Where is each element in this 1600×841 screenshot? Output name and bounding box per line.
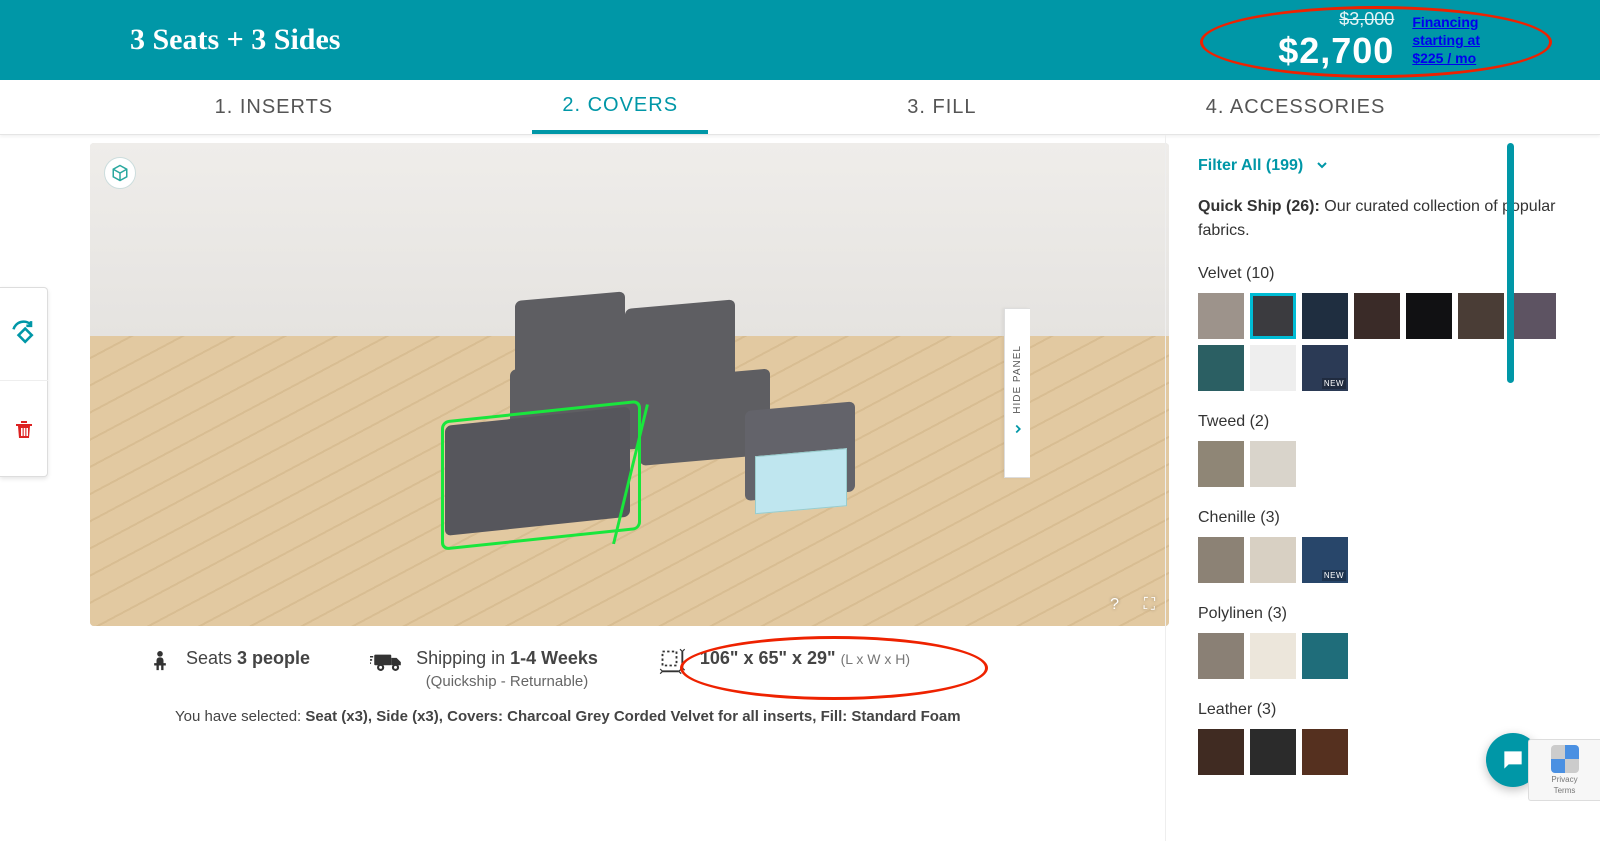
fabric-swatch[interactable]: NEW	[1302, 537, 1348, 583]
tab-step-4[interactable]: 4. ACCESSORIES	[1176, 80, 1416, 134]
fabric-swatch[interactable]	[1302, 633, 1348, 679]
fabric-swatch[interactable]	[1250, 293, 1296, 339]
fabric-swatch[interactable]	[1302, 293, 1348, 339]
3d-mode-icon[interactable]	[104, 157, 136, 189]
fabric-section: Chenille (3) NEW	[1198, 509, 1568, 583]
fabric-section-title: Polylinen (3)	[1198, 605, 1568, 623]
fabric-section-title: Chenille (3)	[1198, 509, 1568, 527]
step-tabs: 1. INSERTS 2. COVERS 3. FILL 4. ACCESSORIES	[0, 80, 1600, 135]
chevron-right-icon	[1011, 422, 1025, 441]
hide-panel-toggle[interactable]: HIDE PANEL	[1004, 308, 1030, 478]
tab-step-1[interactable]: 1. INSERTS	[185, 80, 364, 134]
fabric-swatch[interactable]: NEW	[1302, 345, 1348, 391]
viewer-help-icon[interactable]: ?	[1110, 596, 1119, 614]
info-shipping: Shipping in 1-4 Weeks (Quickship - Retur…	[370, 648, 598, 690]
info-row: Seats 3 people Shipping in 1-4 Weeks (Qu…	[90, 626, 1165, 690]
fabric-section: Polylinen (3)	[1198, 605, 1568, 679]
fabric-swatch[interactable]	[1250, 441, 1296, 487]
fabric-section-title: Leather (3)	[1198, 701, 1568, 719]
recaptcha-icon	[1551, 745, 1579, 773]
price-current: $2,700	[1278, 30, 1394, 71]
covers-panel: Filter All (199) Quick Ship (26): Our cu…	[1165, 135, 1600, 841]
fabric-swatch[interactable]	[1354, 293, 1400, 339]
fabric-swatch[interactable]	[1198, 345, 1244, 391]
selection-summary: You have selected: Seat (x3), Side (x3),…	[90, 690, 1165, 725]
fabric-swatch[interactable]	[1406, 293, 1452, 339]
info-seats: Seats 3 people	[146, 648, 310, 676]
rotate-button[interactable]	[0, 288, 48, 380]
recaptcha-badge[interactable]: Privacy Terms	[1528, 739, 1600, 801]
info-dimensions: 106" x 65" x 29" (L x W x H)	[658, 648, 910, 676]
fabric-swatch[interactable]	[1198, 633, 1244, 679]
fabric-swatch[interactable]	[1198, 729, 1244, 775]
new-badge: NEW	[1322, 378, 1346, 389]
fabric-swatch[interactable]	[1250, 537, 1296, 583]
fabric-section-title: Tweed (2)	[1198, 413, 1568, 431]
fabric-swatch[interactable]	[1510, 293, 1556, 339]
tab-step-3[interactable]: 3. FILL	[877, 80, 1006, 134]
tab-step-2[interactable]: 2. COVERS	[532, 80, 708, 134]
fabric-swatch[interactable]	[1250, 633, 1296, 679]
panel-scrollbar[interactable]	[1507, 143, 1514, 383]
delete-button[interactable]	[0, 380, 48, 476]
fabric-swatch[interactable]	[1198, 537, 1244, 583]
financing-link[interactable]: Financing starting at $225 / mo	[1412, 13, 1480, 68]
price-block: $3,000 $2,700 Financing starting at $225…	[1278, 9, 1480, 72]
new-badge: NEW	[1322, 570, 1346, 581]
fabric-swatch[interactable]	[1250, 729, 1296, 775]
fabric-swatch[interactable]	[1250, 345, 1296, 391]
viewer-fullscreen-icon[interactable]: ⛶	[1144, 596, 1155, 614]
fabric-swatch[interactable]	[1458, 293, 1504, 339]
viewer-toolbar	[0, 287, 48, 477]
header-bar: 3 Seats + 3 Sides $3,000 $2,700 Financin…	[0, 0, 1600, 80]
sofa-render	[415, 286, 845, 546]
fabric-swatch[interactable]	[1198, 441, 1244, 487]
product-title: 3 Seats + 3 Sides	[130, 23, 340, 57]
fabric-section: Tweed (2)	[1198, 413, 1568, 487]
fabric-swatch[interactable]	[1302, 729, 1348, 775]
price-original: $3,000	[1278, 9, 1394, 30]
fabric-swatch[interactable]	[1198, 293, 1244, 339]
